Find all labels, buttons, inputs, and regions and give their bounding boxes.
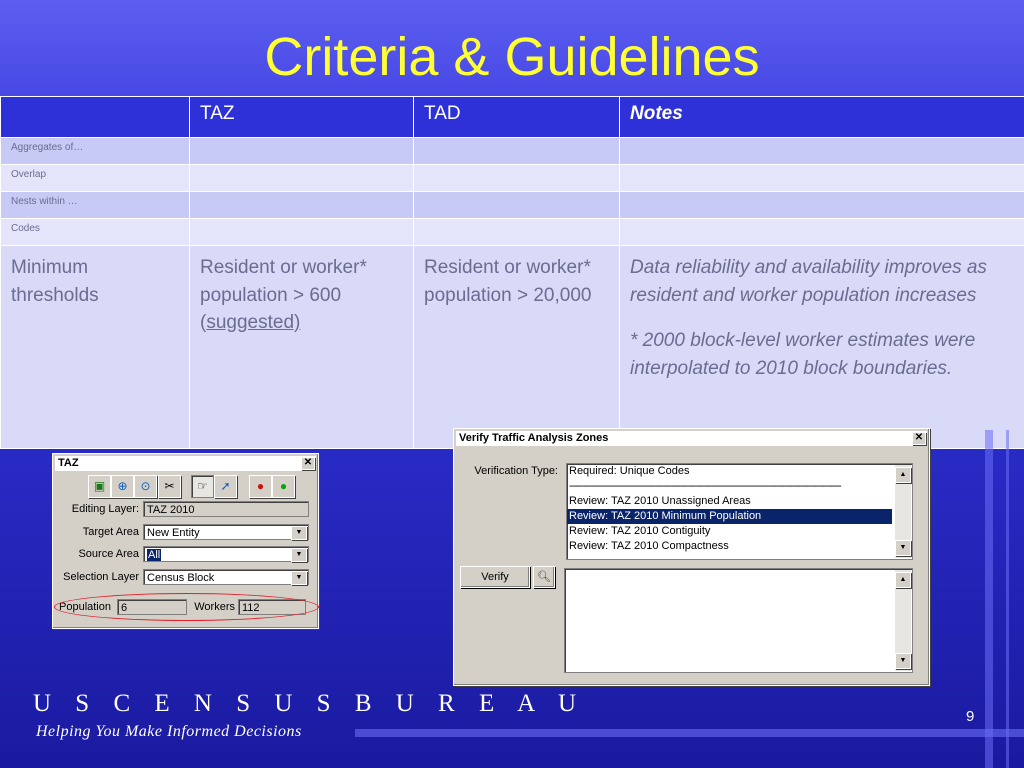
decorative-stripe	[1006, 430, 1009, 768]
list-item[interactable]: Review: TAZ 2010 Unassigned Areas	[567, 494, 912, 509]
table-header-row: TAZ TAD Notes	[0, 96, 1024, 138]
table-cell	[619, 218, 1024, 246]
table-cell	[189, 218, 414, 246]
close-icon[interactable]: ✕	[912, 432, 926, 445]
results-scrollbar[interactable]: ▲ ▼	[895, 570, 911, 671]
list-separator: ----------------------------------------…	[569, 480, 842, 492]
table-row-minimum-thresholds: Minimum thresholds Resident or worker* p…	[0, 245, 1024, 449]
source-area-select[interactable]: All ▼	[143, 546, 309, 562]
close-icon[interactable]: ✕	[301, 457, 315, 470]
tools-icon[interactable]: ✂	[158, 475, 181, 498]
source-area-value: All	[147, 549, 162, 561]
list-item-selected[interactable]: Review: TAZ 2010 Minimum Population	[567, 509, 892, 524]
zoom-extent-icon[interactable]: ⊙	[134, 475, 157, 498]
verification-type-list[interactable]: Required: Unique Codes -----------------…	[566, 463, 913, 560]
taz-window-title: TAZ	[58, 457, 79, 469]
table-cell	[413, 218, 620, 246]
table-cell	[413, 191, 620, 219]
notes-paragraph-2: * 2000 block-level worker estimates were…	[630, 330, 976, 379]
traffic-light-green-icon[interactable]: ●	[272, 475, 295, 498]
scroll-up-icon[interactable]: ▲	[895, 572, 911, 588]
census-bureau-logo: U S C E N S U S B U R E A U	[33, 690, 586, 717]
page-number: 9	[966, 708, 975, 725]
verify-button[interactable]: Verify	[460, 566, 530, 588]
decorative-stripe	[985, 430, 993, 768]
scroll-down-icon[interactable]: ▼	[895, 653, 911, 669]
table-cell	[413, 164, 620, 192]
notes-paragraph-1: Data reliability and availability improv…	[630, 257, 987, 306]
select-pointer-icon[interactable]: ➚	[214, 475, 237, 498]
table-row: Aggregates of…	[0, 137, 1024, 165]
selection-layer-select[interactable]: Census Block ▼	[143, 569, 309, 585]
table-cell	[189, 191, 414, 219]
results-box[interactable]: ▲ ▼	[564, 568, 913, 673]
table-row: Overlap	[0, 164, 1024, 192]
table-cell	[413, 137, 620, 165]
header-cell-tad: TAD	[413, 96, 620, 138]
criteria-table: TAZ TAD Notes Aggregates of… Overlap Nes…	[0, 96, 1024, 449]
row-label-overlap: Overlap	[0, 164, 190, 192]
chevron-down-icon[interactable]: ▼	[291, 571, 307, 585]
tad-threshold-cell: Resident or worker* population > 20,000	[413, 245, 620, 449]
traffic-light-red-icon[interactable]: ●	[249, 475, 272, 498]
table-row: Nests within …	[0, 191, 1024, 219]
taz-threshold-cell: Resident or worker* population > 600 (su…	[189, 245, 414, 449]
list-item[interactable]: Review: TAZ 2010 Contiguity	[567, 524, 912, 539]
table-cell	[189, 137, 414, 165]
magnifier-icon[interactable]: 🔍︎	[533, 566, 555, 588]
editing-layer-label: Editing Layer:	[71, 503, 139, 515]
row-label-minimum-thresholds: Minimum thresholds	[0, 245, 190, 449]
edit-pointer-icon[interactable]: ☞	[191, 475, 214, 498]
verify-window: Verify Traffic Analysis Zones ✕ Verifica…	[453, 428, 930, 686]
target-area-value: New Entity	[147, 527, 200, 539]
chevron-down-icon[interactable]: ▼	[291, 526, 307, 540]
slide-title: Criteria & Guidelines	[264, 27, 760, 87]
table-cell	[619, 164, 1024, 192]
row-label-nests-within: Nests within …	[0, 191, 190, 219]
table-cell	[189, 164, 414, 192]
table-row: Codes	[0, 218, 1024, 246]
scroll-down-icon[interactable]: ▼	[895, 540, 911, 556]
taz-window-titlebar[interactable]: TAZ ✕	[55, 456, 316, 471]
verify-window-titlebar[interactable]: Verify Traffic Analysis Zones ✕	[456, 431, 927, 446]
source-area-label: Source Area	[78, 548, 139, 560]
notes-cell: Data reliability and availability improv…	[619, 245, 1024, 449]
target-area-label: Target Area	[82, 526, 139, 538]
table-cell	[619, 137, 1024, 165]
tagline: Helping You Make Informed Decisions	[36, 723, 302, 740]
list-scrollbar[interactable]: ▲ ▼	[895, 465, 911, 558]
row-label-codes: Codes	[0, 218, 190, 246]
suggested-link[interactable]: suggested)	[206, 312, 300, 333]
row-label-aggregates: Aggregates of…	[0, 137, 190, 165]
chevron-down-icon[interactable]: ▼	[291, 548, 307, 562]
decorative-stripe	[355, 729, 1024, 737]
scroll-up-icon[interactable]: ▲	[895, 467, 911, 483]
header-cell-empty	[0, 96, 190, 138]
list-item[interactable]: Review: TAZ 2010 Compactness	[567, 539, 912, 554]
header-cell-taz: TAZ	[189, 96, 414, 138]
taz-window: TAZ ✕ ▣ ⊕ ⊙ ✂ ☞ ➚ ● ● Editing Layer: TAZ…	[52, 453, 319, 629]
editing-layer-field: TAZ 2010	[143, 501, 309, 517]
selection-layer-value: Census Block	[147, 572, 215, 584]
target-area-select[interactable]: New Entity ▼	[143, 524, 309, 540]
selection-layer-label: Selection Layer	[63, 571, 139, 583]
table-cell	[619, 191, 1024, 219]
verification-type-label: Verification Type:	[474, 465, 558, 477]
zoom-in-icon[interactable]: ⊕	[111, 475, 134, 498]
annotation-ellipse	[54, 593, 319, 621]
header-cell-notes: Notes	[619, 96, 1024, 138]
list-item[interactable]: Required: Unique Codes	[567, 464, 912, 479]
select-feature-icon[interactable]: ▣	[88, 475, 111, 498]
verify-window-title: Verify Traffic Analysis Zones	[459, 432, 609, 444]
